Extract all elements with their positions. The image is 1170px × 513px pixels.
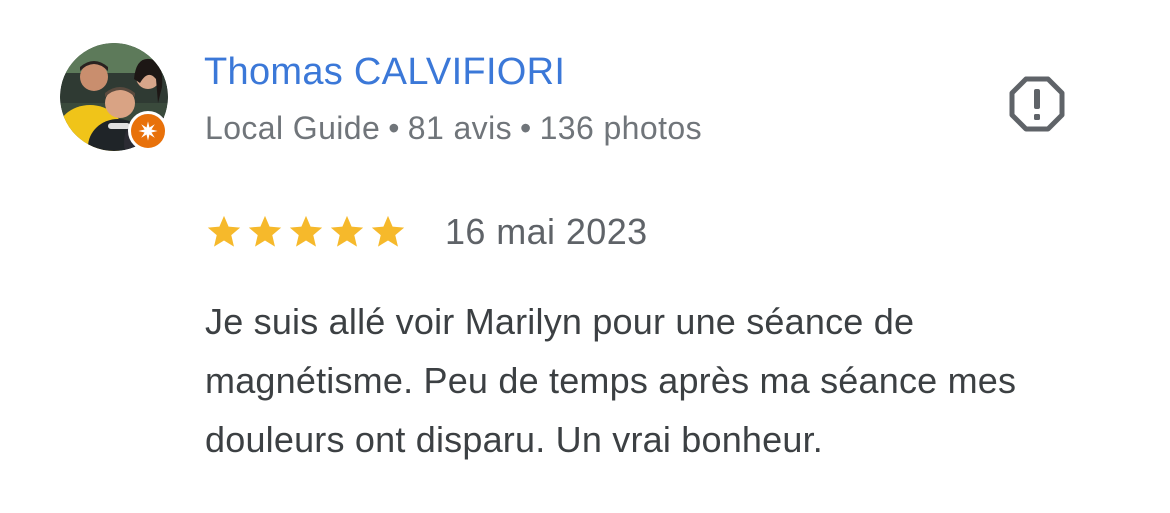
review-card: Thomas CALVIFIORI Local Guide • 81 avis • 13…: [0, 0, 1170, 513]
meta-separator: •: [520, 110, 532, 146]
rating-row: 16 mai 2023: [205, 208, 648, 256]
review-text: Je suis allé voir Marilyn pour une séanc…: [205, 301, 1017, 460]
author-level: Local Guide: [205, 110, 381, 146]
review-date: 16 mai 2023: [445, 211, 648, 252]
meta-separator: •: [388, 110, 400, 146]
star-icon: [330, 215, 364, 247]
author-name-link[interactable]: Thomas CALVIFIORI: [204, 50, 565, 94]
local-guide-star-icon: [138, 121, 158, 141]
report-review-button[interactable]: [1004, 74, 1070, 134]
author-photos-count: 136 photos: [539, 110, 702, 146]
local-guide-badge: [128, 111, 168, 151]
star-rating: [205, 213, 407, 251]
author-meta: Local Guide • 81 avis • 136 photos: [205, 108, 702, 148]
report-octagon-icon: [1009, 76, 1065, 132]
author-reviews-count: 81 avis: [407, 110, 512, 146]
star-icon: [371, 215, 405, 247]
star-icon: [207, 215, 241, 247]
star-icon: [248, 215, 282, 247]
author-avatar[interactable]: [60, 43, 168, 151]
star-icon: [289, 215, 323, 247]
